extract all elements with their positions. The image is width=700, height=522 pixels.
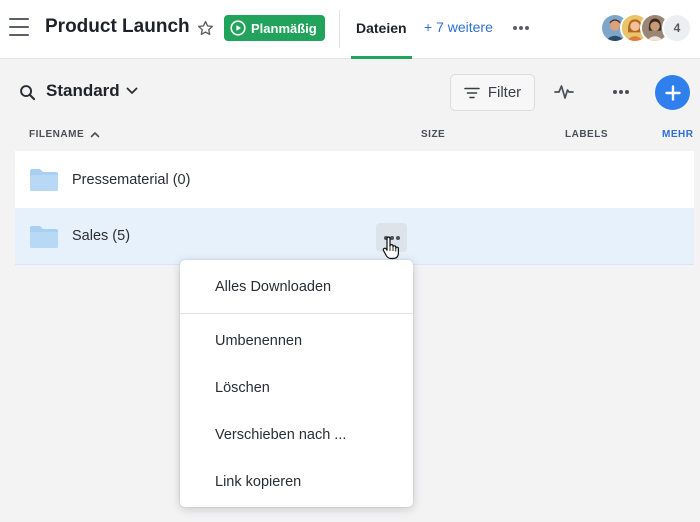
column-header-more[interactable]: MEHR (662, 129, 693, 140)
row-more-button[interactable] (376, 223, 407, 252)
menu-item-rename[interactable]: Umbenennen (180, 321, 413, 361)
star-icon[interactable] (196, 19, 215, 38)
column-header-filename-label: FILENAME (29, 129, 85, 140)
column-header-filename[interactable]: FILENAME (29, 129, 100, 140)
row-label: Sales (5) (72, 228, 131, 244)
tab-files[interactable]: Dateien (351, 0, 412, 59)
filter-button[interactable]: Filter (450, 74, 535, 111)
chevron-down-icon (126, 87, 138, 94)
menu-item-delete[interactable]: Löschen (180, 368, 413, 408)
context-menu: Alles Downloaden Umbenennen Löschen Vers… (180, 260, 413, 507)
menu-divider (180, 313, 413, 314)
member-count-badge[interactable]: 4 (662, 13, 692, 43)
plus-icon (664, 84, 681, 101)
app-window: Product Launch Planmäßig Dateien + 7 wei… (0, 0, 700, 522)
hamburger-menu-icon[interactable] (9, 18, 29, 36)
project-title: Product Launch (45, 16, 190, 37)
status-badge[interactable]: Planmäßig (224, 15, 325, 41)
sort-ascending-icon (90, 132, 100, 138)
more-horizontal-icon (383, 235, 400, 240)
menu-item-download-all[interactable]: Alles Downloaden (180, 267, 413, 307)
more-tabs-link[interactable]: + 7 weitere (424, 19, 493, 35)
menu-item-move-to[interactable]: Verschieben nach ... (180, 415, 413, 455)
folder-icon (30, 226, 58, 248)
more-horizontal-icon[interactable] (611, 86, 631, 98)
table-row[interactable]: Pressematerial (0) (15, 151, 694, 208)
menu-item-copy-link[interactable]: Link kopieren (180, 462, 413, 502)
filter-label: Filter (487, 84, 522, 101)
table-row[interactable]: Sales (5) (15, 208, 694, 265)
status-label: Planmäßig (251, 20, 317, 36)
more-horizontal-icon[interactable] (511, 21, 531, 35)
play-circle-icon (230, 20, 246, 36)
row-label: Pressematerial (0) (72, 171, 191, 188)
folder-icon (30, 169, 58, 191)
search-icon[interactable] (19, 84, 36, 101)
top-header: Product Launch Planmäßig Dateien + 7 wei… (0, 0, 700, 59)
activity-icon[interactable] (554, 83, 574, 101)
view-select[interactable]: Standard (46, 81, 138, 101)
column-header-labels[interactable]: LABELS (565, 129, 608, 140)
add-button[interactable] (655, 75, 690, 110)
filter-icon (464, 87, 480, 98)
view-label: Standard (46, 81, 120, 100)
header-divider (339, 10, 340, 48)
column-header-size[interactable]: SIZE (421, 129, 445, 140)
